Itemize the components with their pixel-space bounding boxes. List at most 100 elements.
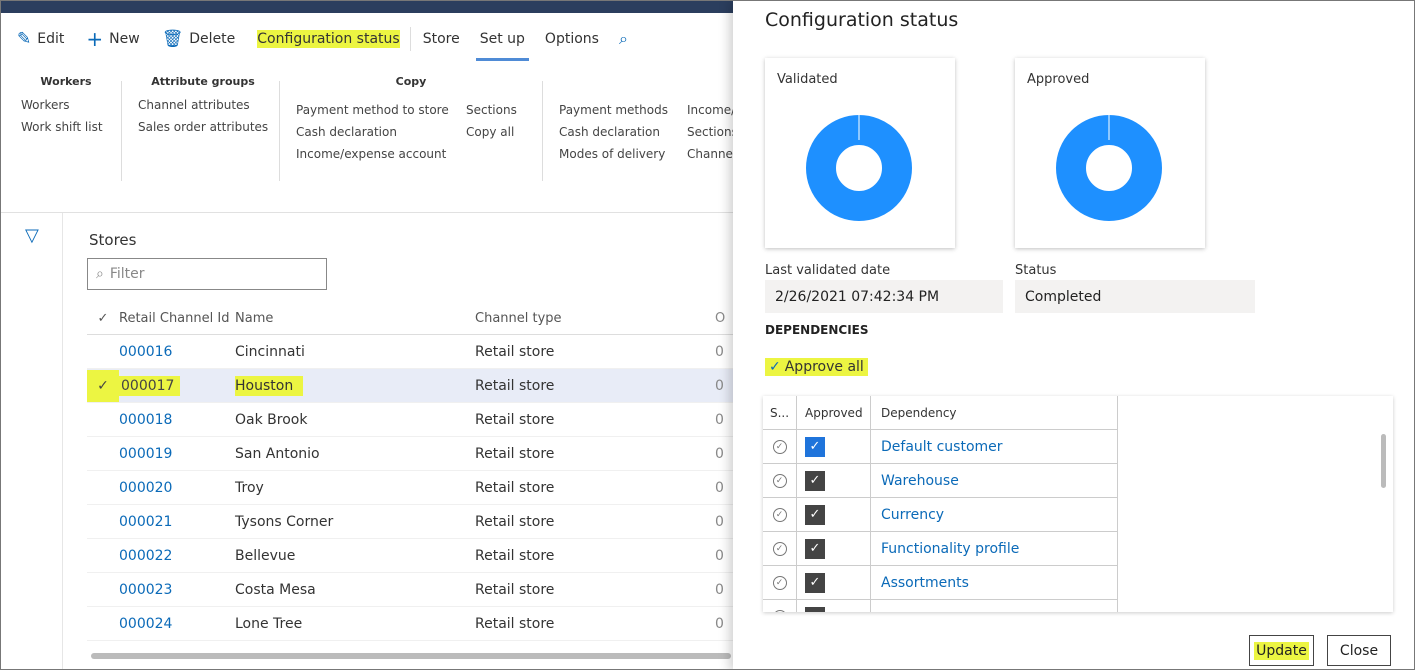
retail-channel-id-link[interactable]: 000020 — [119, 480, 235, 496]
ribbon-payment-method-to-store[interactable]: Payment method to store — [296, 103, 449, 117]
dependency-row[interactable]: ✓ ✓ Warehouse — [763, 464, 1117, 498]
dependency-link[interactable]: Assortments — [871, 575, 969, 591]
dependency-link[interactable]: Currency — [871, 507, 944, 523]
validated-donut-chart — [806, 115, 912, 221]
channel-type: Retail store — [475, 581, 555, 598]
column-header-channel-type[interactable]: Channel type — [475, 311, 715, 326]
ribbon-sales-order-attributes[interactable]: Sales order attributes — [138, 120, 268, 134]
table-row[interactable]: 000021 Tysons Corner Retail store 0 — [87, 505, 733, 539]
retail-channel-id-link[interactable]: 000022 — [119, 548, 235, 564]
row-checkbox[interactable] — [87, 607, 119, 641]
new-button[interactable]: + New — [86, 13, 139, 65]
column-header-status[interactable]: S... — [763, 396, 797, 429]
row-checkbox[interactable] — [87, 437, 119, 471]
filter-input[interactable]: ⌕ Filter — [87, 258, 327, 290]
window: ✎ Edit + New 🗑 Delete Configuration stat… — [0, 0, 1415, 670]
ribbon-payment-methods[interactable]: Payment methods — [559, 103, 668, 117]
table-row[interactable]: 000018 Oak Brook Retail store 0 — [87, 403, 733, 437]
row-checkbox[interactable] — [87, 539, 119, 573]
dependency-row[interactable]: ✓ ✓ Default customer — [763, 430, 1117, 464]
toolbar-divider — [409, 27, 411, 51]
approved-checkbox[interactable]: ✓ — [805, 470, 825, 491]
plus-icon: + — [86, 27, 104, 51]
dependency-link[interactable]: Warehouse — [871, 473, 959, 489]
ribbon-work-shift-list[interactable]: Work shift list — [21, 120, 111, 134]
configuration-status-button[interactable]: Configuration status — [257, 13, 400, 65]
approved-checkbox[interactable]: ✓ — [805, 436, 825, 457]
retail-channel-id-link[interactable]: 000024 — [119, 616, 235, 632]
ribbon-cash-declaration[interactable]: Cash declaration — [296, 125, 449, 139]
tab-set-up[interactable]: Set up — [475, 13, 530, 65]
table-row[interactable]: 000020 Troy Retail store 0 — [87, 471, 733, 505]
retail-channel-id-link[interactable]: 000017 — [119, 375, 181, 396]
channel-type: Retail store — [475, 479, 555, 496]
table-row[interactable]: 000019 San Antonio Retail store 0 — [87, 437, 733, 471]
row-checkbox-checked[interactable]: ✓ — [87, 369, 119, 403]
configuration-status-panel: Configuration status Validated Approved … — [733, 1, 1414, 669]
row-checkbox[interactable] — [87, 471, 119, 505]
approved-checkbox[interactable]: ✓ — [805, 538, 825, 559]
table-row[interactable]: 000023 Costa Mesa Retail store 0 — [87, 573, 733, 607]
close-button[interactable]: Close — [1327, 635, 1391, 666]
retail-channel-id-link[interactable]: 000019 — [119, 446, 235, 462]
ribbon-income-expense-account[interactable]: Income/expense account — [296, 147, 449, 161]
ribbon-group-copy: Copy Payment method to store Cash declar… — [296, 75, 517, 161]
ribbon-income-truncated[interactable]: Income/ — [687, 103, 733, 117]
delete-button[interactable]: 🗑 Delete — [162, 13, 236, 65]
table-row[interactable]: 000022 Bellevue Retail store 0 — [87, 539, 733, 573]
dependency-link[interactable]: Default customer — [871, 439, 1003, 455]
ribbon-channel-truncated[interactable]: Channe — [687, 147, 733, 161]
table-row-selected[interactable]: ✓ 000017 Houston Retail store 0 — [87, 369, 733, 403]
ribbon-modes-of-delivery[interactable]: Modes of delivery — [559, 147, 668, 161]
column-header-retail-channel-id[interactable]: Retail Channel Id — [119, 311, 235, 326]
truncated-cell: 0 — [715, 377, 724, 394]
tab-options[interactable]: Options — [545, 13, 599, 65]
retail-channel-id-link[interactable]: 000023 — [119, 582, 235, 598]
retail-channel-id-link[interactable]: 000021 — [119, 514, 235, 530]
stores-list-page: Stores ⌕ Filter ✓ Retail Channel Id Name… — [63, 213, 733, 669]
table-row[interactable]: 000016 Cincinnati Retail store 0 — [87, 335, 733, 369]
channel-type: Retail store — [475, 377, 555, 394]
row-checkbox[interactable] — [87, 573, 119, 607]
row-checkbox[interactable] — [87, 403, 119, 437]
approve-all-button[interactable]: ✓ Approve all — [765, 358, 868, 376]
table-row[interactable]: 000024 Lone Tree Retail store 0 — [87, 607, 733, 641]
select-all-checkbox[interactable]: ✓ — [87, 302, 119, 336]
last-validated-date-label: Last validated date — [765, 263, 891, 278]
ribbon-channel-attributes[interactable]: Channel attributes — [138, 98, 268, 112]
approved-checkbox[interactable]: ✓ — [805, 504, 825, 525]
retail-channel-id-link[interactable]: 000016 — [119, 344, 235, 360]
approved-checkbox[interactable]: ✓ — [805, 572, 825, 593]
page-title: Stores — [89, 231, 137, 249]
dependency-row[interactable]: ✓ ✓ Currency — [763, 498, 1117, 532]
approved-checkbox[interactable] — [805, 607, 825, 612]
ribbon-cash-declaration-2[interactable]: Cash declaration — [559, 125, 668, 139]
validated-label: Validated — [777, 72, 838, 87]
status-check-circle-icon: ✓ — [772, 541, 787, 556]
dependency-row-partial[interactable] — [763, 600, 1117, 612]
dependency-row[interactable]: ✓ ✓ Functionality profile — [763, 532, 1117, 566]
search-icon[interactable]: ⌕ — [619, 29, 628, 49]
edit-button[interactable]: ✎ Edit — [17, 13, 64, 65]
row-checkbox[interactable] — [87, 335, 119, 369]
column-header-dependency[interactable]: Dependency — [871, 406, 957, 420]
vertical-scrollbar[interactable] — [1381, 434, 1386, 488]
horizontal-scrollbar[interactable] — [91, 653, 731, 659]
store-name: Cincinnati — [235, 343, 305, 360]
retail-channel-id-link[interactable]: 000018 — [119, 412, 235, 428]
row-checkbox[interactable] — [87, 505, 119, 539]
dependency-link[interactable]: Functionality profile — [871, 541, 1019, 557]
ribbon-copy-all[interactable]: Copy all — [466, 125, 517, 139]
column-header-name[interactable]: Name — [235, 311, 475, 326]
check-icon: ✓ — [87, 369, 119, 402]
update-button[interactable]: Update — [1249, 635, 1314, 666]
left-rail: ▽ — [1, 213, 63, 669]
filter-icon[interactable]: ▽ — [25, 225, 39, 246]
ribbon-sections[interactable]: Sections — [466, 103, 517, 117]
ribbon-sections-truncated[interactable]: Sections — [687, 125, 733, 139]
dependency-row[interactable]: ✓ ✓ Assortments — [763, 566, 1117, 600]
tab-store[interactable]: Store — [423, 13, 460, 65]
column-header-truncated[interactable]: O — [715, 311, 733, 326]
ribbon-workers[interactable]: Workers — [21, 98, 111, 112]
column-header-approved[interactable]: Approved — [797, 396, 871, 429]
